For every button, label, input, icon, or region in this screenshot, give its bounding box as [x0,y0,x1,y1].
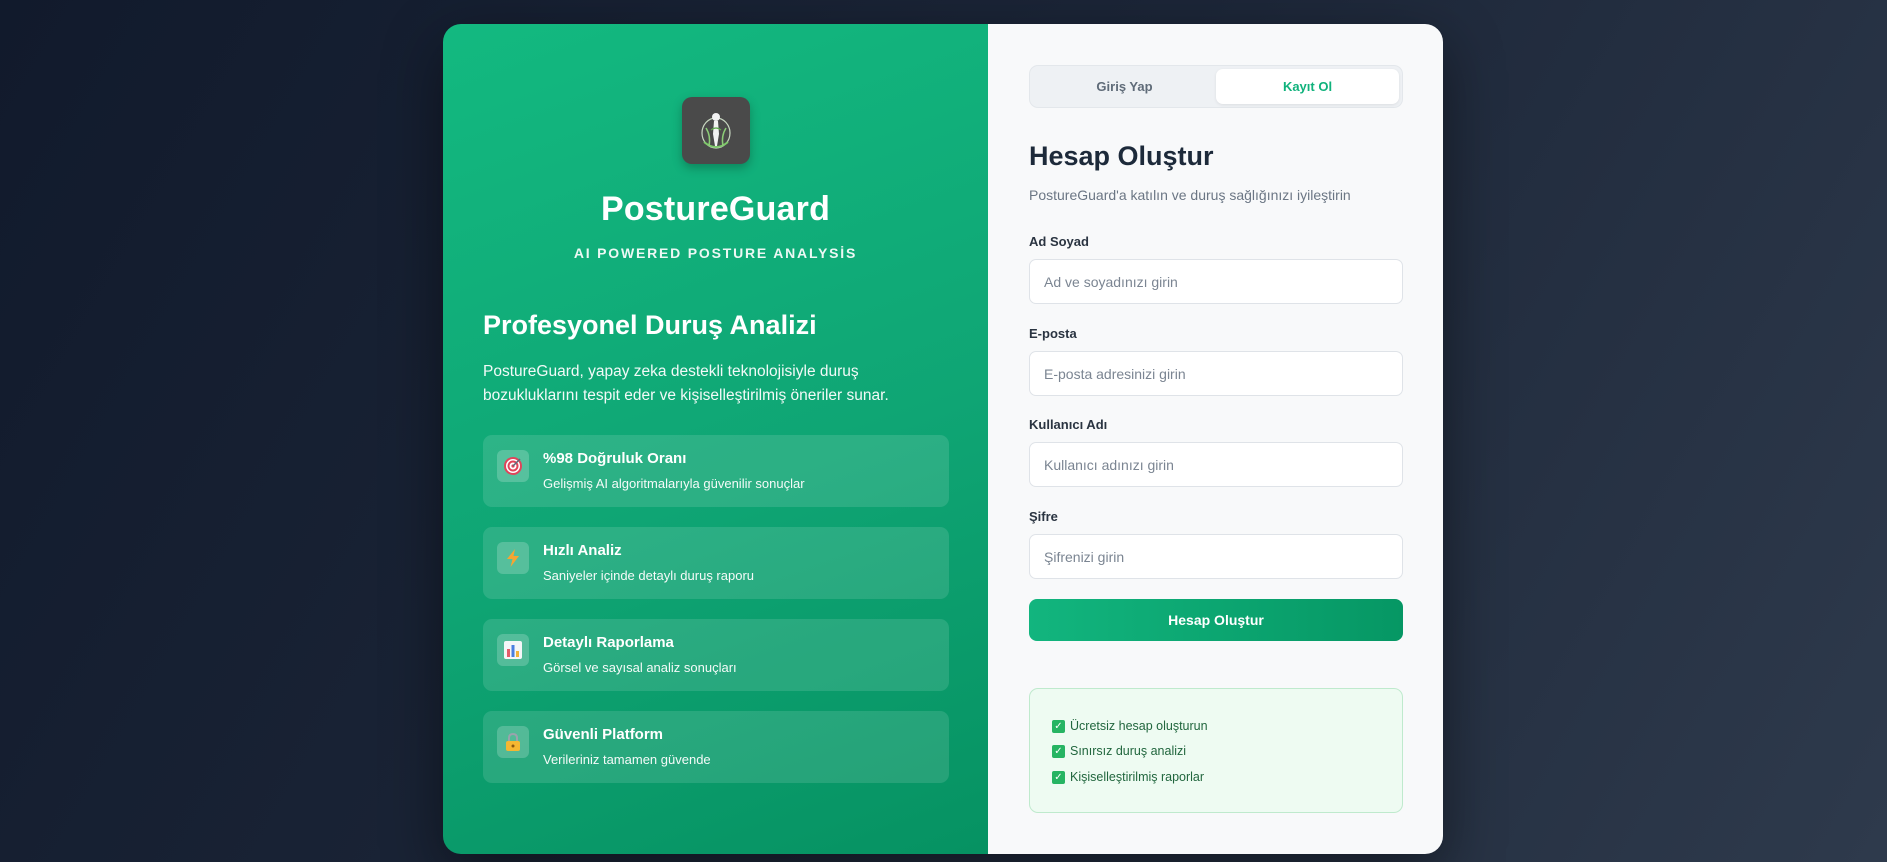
checkbox-checked-icon: ✓ [1052,770,1065,784]
benefit-item: ✓ Sınırsız duruş analizi [1052,744,1186,758]
email-input[interactable] [1029,351,1403,396]
form-panel: Giriş Yap Kayıt Ol Hesap Oluştur Posture… [988,24,1443,854]
benefit-item: ✓ Ücretsiz hesap oluşturun [1052,719,1208,733]
bar-chart-icon [497,634,529,666]
tab-register[interactable]: Kayıt Ol [1216,69,1399,104]
benefit-item: ✓ Kişiselleştirilmiş raporlar [1052,770,1204,784]
brand-tagline: AI POWERED POSTURE ANALYSİS [573,245,858,261]
benefit-text: Ücretsiz hesap oluşturun [1070,719,1208,733]
feature-desc: Gelişmiş AI algoritmalarıyla güvenilir s… [543,476,805,491]
app-logo [682,97,750,164]
lock-icon [497,726,529,758]
brand-panel: PostureGuard AI POWERED POSTURE ANALYSİS… [443,24,988,854]
feature-card-security: Güvenli Platform Verileriniz tamamen güv… [483,711,949,783]
form-subtitle: PostureGuard'a katılın ve duruş sağlığın… [1029,187,1351,203]
feature-title: Hızlı Analiz [543,542,622,559]
feature-desc: Verileriniz tamamen güvende [543,752,711,767]
feature-card-speed: Hızlı Analiz Saniyeler içinde detaylı du… [483,527,949,599]
brand-name: PostureGuard [600,190,831,228]
benefit-text: Sınırsız duruş analizi [1070,744,1187,758]
feature-card-accuracy: %98 Doğruluk Oranı Gelişmiş AI algoritma… [483,435,949,507]
feature-title: Güvenli Platform [543,726,664,743]
posture-figure-icon [701,112,731,149]
username-input[interactable] [1029,442,1403,487]
email-label: E-posta [1029,326,1077,341]
feature-desc: Saniyeler içinde detaylı duruş raporu [543,568,755,583]
feature-card-reporting: Detaylı Raporlama Görsel ve sayısal anal… [483,619,949,691]
create-account-button[interactable]: Hesap Oluştur [1029,599,1403,641]
checkbox-checked-icon: ✓ [1052,719,1065,733]
auth-tabs: Giriş Yap Kayıt Ol [1029,65,1403,108]
checkbox-checked-icon: ✓ [1052,744,1065,758]
benefit-text: Kişiselleştirilmiş raporlar [1070,770,1205,784]
feature-title: %98 Doğruluk Oranı [543,450,687,467]
intro-description: PostureGuard, yapay zeka destekli teknol… [483,363,889,404]
lightning-icon [497,542,529,574]
username-label: Kullanıcı Adı [1029,417,1108,432]
benefits-box: ✓ Ücretsiz hesap oluşturun ✓ Sınırsız du… [1029,688,1403,813]
full-name-label: Ad Soyad [1029,234,1089,249]
target-icon [497,450,529,482]
full-name-input[interactable] [1029,259,1403,304]
auth-card: PostureGuard AI POWERED POSTURE ANALYSİS… [443,24,1443,854]
form-title: Hesap Oluştur [1029,141,1214,171]
tab-login[interactable]: Giriş Yap [1033,69,1216,104]
password-input[interactable] [1029,534,1403,579]
intro-title: Profesyonel Duruş Analizi [483,310,817,340]
feature-desc: Görsel ve sayısal analiz sonuçları [543,660,737,675]
feature-title: Detaylı Raporlama [543,634,674,651]
password-label: Şifre [1029,509,1058,524]
